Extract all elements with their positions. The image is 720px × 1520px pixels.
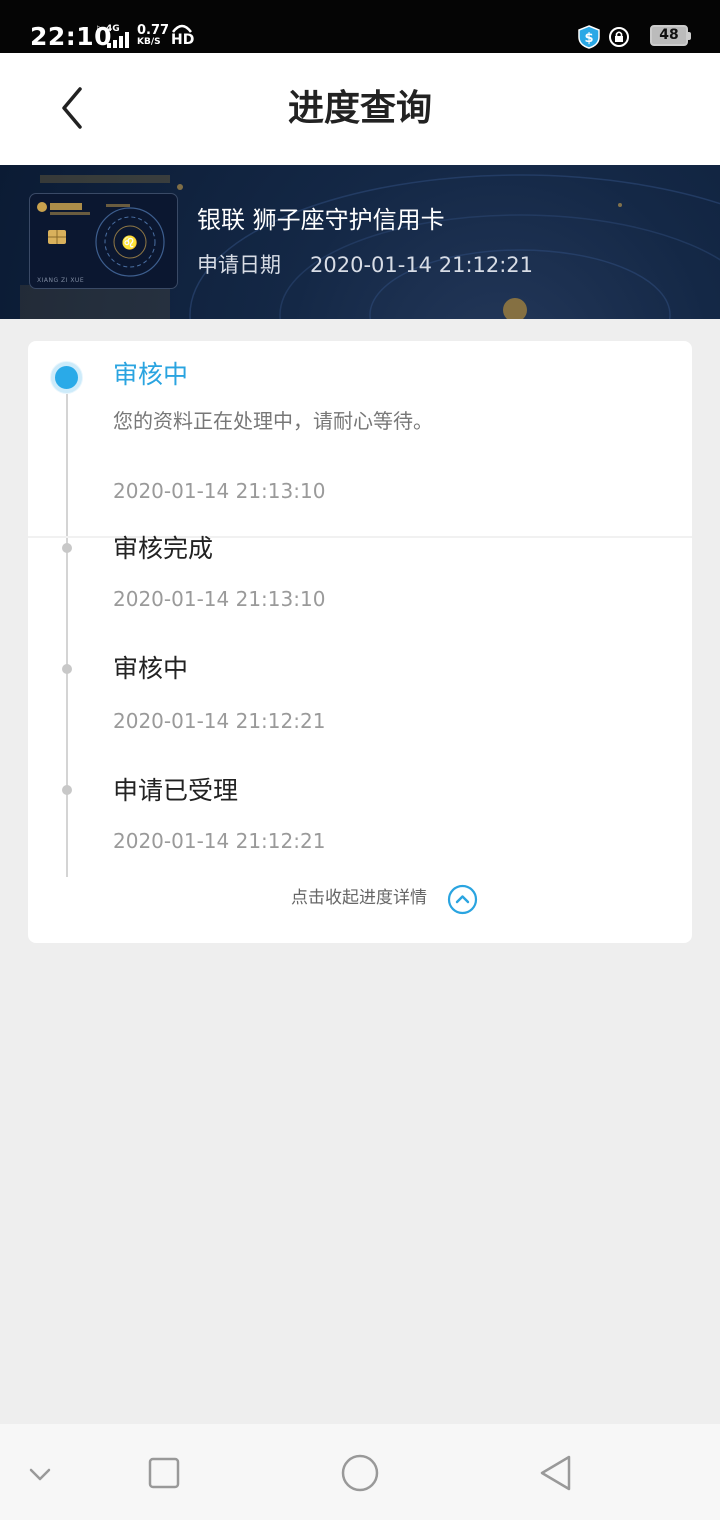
timeline-dot-active xyxy=(51,362,82,393)
apply-date-label: 申请日期 xyxy=(197,253,281,277)
page-title: 进度查询 xyxy=(287,88,432,129)
status-right-icons: $ 48 xyxy=(578,25,691,49)
system-navigation-bar xyxy=(0,1424,720,1520)
signal-icon xyxy=(107,32,129,48)
history-step-time: 2020-01-14 21:12:21 xyxy=(113,709,326,733)
svg-text:$: $ xyxy=(584,31,593,46)
nav-recents-button[interactable] xyxy=(141,1450,187,1496)
collapse-progress-button[interactable]: 点击收起进度详情 xyxy=(28,881,692,917)
timeline-dot xyxy=(62,785,72,795)
circle-icon xyxy=(341,1454,379,1492)
timeline-line xyxy=(66,381,68,877)
rotation-lock-icon xyxy=(609,27,629,47)
svg-text:♌: ♌ xyxy=(122,235,138,251)
card-name: 银联 狮子座守护信用卡 xyxy=(197,206,445,234)
history-step-title: 审核中 xyxy=(113,654,189,683)
network-indicator: ▷ 4G 0.77 KB/S HD xyxy=(97,23,195,48)
hd-label: HD xyxy=(171,32,195,48)
status-bar: 22:10 ▷ 4G 0.77 KB/S HD $ 48 xyxy=(0,0,720,53)
square-icon xyxy=(148,1457,180,1489)
nav-hide-button[interactable] xyxy=(17,1450,63,1496)
card-holder-text: XIANG ZI XUE xyxy=(37,277,85,284)
battery-indicator: 48 xyxy=(650,25,691,46)
app-header: 进度查询 xyxy=(0,53,720,165)
timeline-dot xyxy=(62,664,72,674)
history-step-title: 申请已受理 xyxy=(113,776,239,805)
current-step-time: 2020-01-14 21:13:10 xyxy=(113,479,326,503)
nav-home-button[interactable] xyxy=(337,1450,383,1496)
history-step-time: 2020-01-14 21:12:21 xyxy=(113,829,326,853)
shield-dollar-icon: $ xyxy=(578,25,600,49)
network-speed-unit: KB/S xyxy=(137,37,161,47)
card-banner: ♌ XIANG ZI XUE 银联 狮子座守护信用卡 申请日期 2020-01-… xyxy=(0,165,720,319)
history-step-title: 审核完成 xyxy=(113,534,214,563)
apply-date-value: 2020-01-14 21:12:21 xyxy=(310,253,534,277)
nav-back-button[interactable] xyxy=(533,1450,579,1496)
current-step-title: 审核中 xyxy=(113,360,189,389)
triangle-back-icon xyxy=(540,1455,571,1491)
collapse-progress-label: 点击收起进度详情 xyxy=(291,888,427,908)
history-step-time: 2020-01-14 21:13:10 xyxy=(113,587,326,611)
chevron-up-circle-icon xyxy=(447,884,478,915)
current-step-description: 您的资料正在处理中，请耐心等待。 xyxy=(113,409,433,433)
timeline-dot xyxy=(62,543,72,553)
credit-card-image: ♌ XIANG ZI XUE xyxy=(29,193,178,289)
progress-card: 审核中 您的资料正在处理中，请耐心等待。 2020-01-14 21:13:10… xyxy=(28,341,692,943)
network-speed: 0.77 xyxy=(137,23,170,38)
chevron-down-icon xyxy=(29,1468,51,1481)
